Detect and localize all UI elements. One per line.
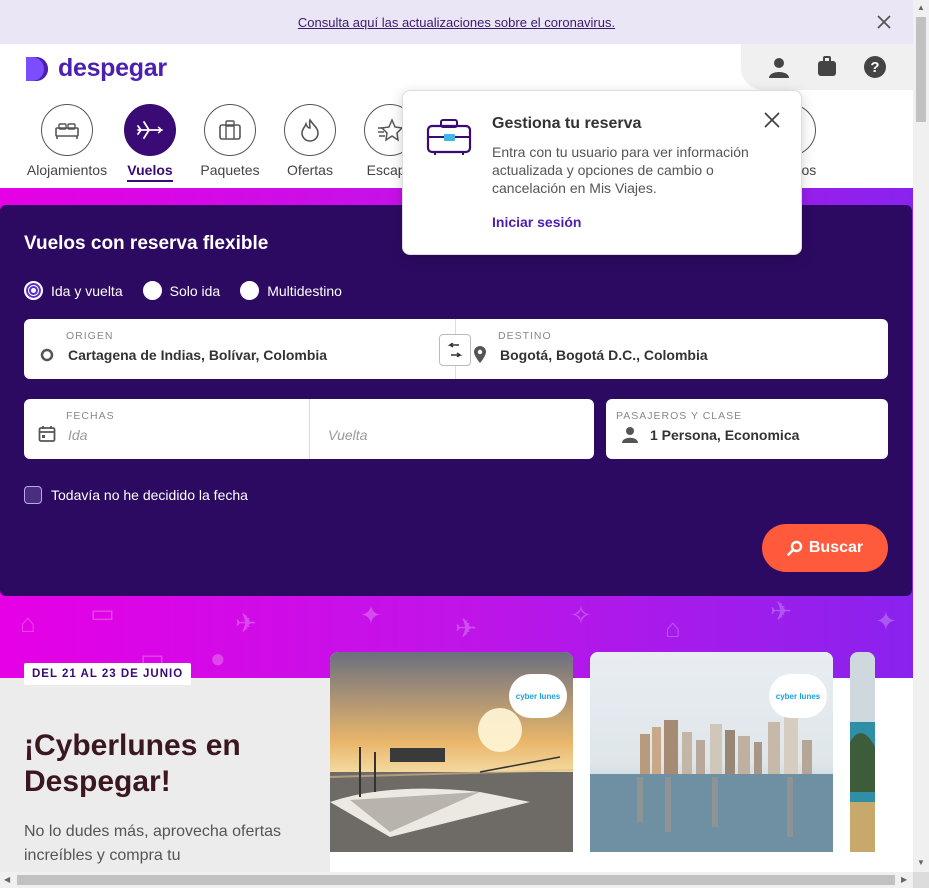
undecided-date-checkbox[interactable]: Todavía no he decidido la fecha [24,486,248,504]
destination-value[interactable]: Bogotá, Bogotá D.C., Colombia [500,347,708,363]
search-icon [787,540,803,556]
flight-search-panel: Vuelos con reserva flexible Ida y vuelta… [0,205,912,596]
dates-field: FECHAS Ida Vuelta [24,399,594,459]
swap-arrows-icon [447,343,463,357]
promo-date-badge: DEL 21 AL 23 DE JUNIO [24,663,192,685]
nav-item-alojamientos[interactable]: Alojamientos [22,104,112,178]
offer-card[interactable] [850,652,875,882]
origin-dot-icon [40,348,54,362]
logo-mark-icon [26,56,48,81]
destination-caption: DESTINO [498,330,552,342]
despegar-logo[interactable]: despegar [24,54,167,83]
svg-text:?: ? [870,59,879,76]
origin-value[interactable]: Cartagena de Indias, Bolívar, Colombia [68,347,327,363]
search-button[interactable]: Buscar [762,524,888,572]
checkbox-box[interactable] [24,486,42,504]
airplane-icon [137,121,163,139]
passengers-field[interactable]: PASAJEROS Y CLASE 1 Persona, Economica [606,399,888,459]
vertical-scroll-thumb[interactable] [916,17,926,122]
promo-title: ¡Cyberlunes en Despegar! [24,729,241,798]
mickey-icon: ● [210,643,226,673]
flame-icon [301,118,319,142]
covid-updates-link[interactable]: Consulta aquí las actualizaciones sobre … [298,15,615,30]
origin-field[interactable]: ORIGEN Cartagena de Indias, Bolívar, Col… [24,319,456,379]
briefcase-icon [426,119,472,155]
user-icon[interactable] [767,55,791,79]
panel-title: Vuelos con reserva flexible [24,233,269,254]
nav-item-paquetes[interactable]: Paquetes [185,104,275,178]
puzzle-icon: ✦ [875,606,897,636]
scroll-left-icon[interactable]: ◀ [4,875,10,884]
popup-title: Gestiona tu reserva [492,115,642,132]
vuelta-date-input[interactable]: Vuelta [310,399,594,459]
radio-label: Multidestino [267,282,342,299]
radio-ida-y-vuelta[interactable]: Ida y vuelta [24,281,123,300]
origin-caption: ORIGEN [66,330,114,342]
scroll-right-icon[interactable]: ▶ [901,875,907,884]
passengers-caption: PASAJEROS Y CLASE [616,410,743,422]
popup-body: Entra con tu usuario para ver informació… [492,144,749,196]
login-link[interactable]: Iniciar sesión [492,214,581,230]
vertical-scrollbar[interactable]: ▲ ▼ [913,0,929,872]
horizontal-scroll-thumb[interactable] [17,875,895,885]
ida-date-input[interactable]: Ida [24,399,309,459]
nav-label: Paquetes [200,162,260,178]
vuelta-placeholder: Vuelta [328,427,368,443]
radio-label: Solo ida [169,282,221,299]
person-icon [622,427,638,443]
nav-label: Vuelos [127,162,173,182]
passengers-value: 1 Persona, Economica [650,427,800,443]
manage-booking-popup: Gestiona tu reserva Entra con tu usuario… [402,90,802,255]
radio-multidestino[interactable]: Multidestino [240,281,342,300]
radio-indicator[interactable] [24,281,43,300]
header-actions: ? [741,44,913,90]
ida-placeholder: Ida [68,427,88,443]
scrollbar-corner [913,872,929,888]
close-icon[interactable] [763,111,781,129]
badge-text: cyber lunes [515,691,561,701]
nav-item-vuelos[interactable]: Vuelos [105,104,195,182]
destination-field[interactable]: DESTINO Bogotá, Bogotá D.C., Colombia [456,319,888,379]
bed-icon: ⌂ [20,608,36,638]
puzzle-icon: ✦ [360,600,382,630]
location-pin-icon [474,346,486,363]
checkbox-label: Todavía no he decidido la fecha [51,487,248,503]
offer-card[interactable]: cyber lunes [590,652,833,882]
covid-banner: Consulta aquí las actualizaciones sobre … [0,0,913,44]
suitcase-icon[interactable] [815,55,839,79]
radio-solo-ida[interactable]: Solo ida [142,281,221,300]
airplane-icon: ✈ [770,596,792,626]
radio-indicator[interactable] [142,281,162,300]
radio-label: Ida y vuelta [51,282,123,299]
airplane-icon: ✈ [235,608,257,638]
scroll-down-icon[interactable]: ▼ [917,858,925,867]
radio-indicator[interactable] [240,281,260,300]
brand-name: despegar [58,54,167,82]
promo-text: No lo dudes más, aprovecha ofertas incre… [24,823,282,864]
suitcase-icon: ▭ [90,598,115,628]
swap-route-button[interactable] [439,334,471,366]
scroll-up-icon[interactable]: ▲ [917,3,925,12]
horizontal-scrollbar[interactable]: ◀ ▶ [0,872,913,888]
airplane-icon: ✈ [455,613,477,643]
suitcase-icon [219,120,241,140]
beach-image [850,652,875,852]
badge-text: cyber lunes [775,691,821,701]
cyberlunes-badge: cyber lunes [769,674,827,718]
bed-icon: ⌂ [665,613,681,643]
star-icon: ✧ [570,600,592,630]
nav-label: Alojamientos [26,162,108,178]
cyberlunes-badge: cyber lunes [509,674,567,718]
nav-item-ofertas[interactable]: Ofertas [265,104,355,178]
star-icon [378,118,403,142]
close-icon[interactable] [875,13,893,31]
search-button-label: Buscar [808,539,864,556]
bed-icon [55,123,79,139]
offer-card[interactable]: cyber lunes [330,652,573,882]
nav-label: Ofertas [287,162,333,178]
help-icon[interactable]: ? [863,55,887,79]
trip-type-radios: Ida y vuelta Solo ida Multidestino [24,281,352,300]
